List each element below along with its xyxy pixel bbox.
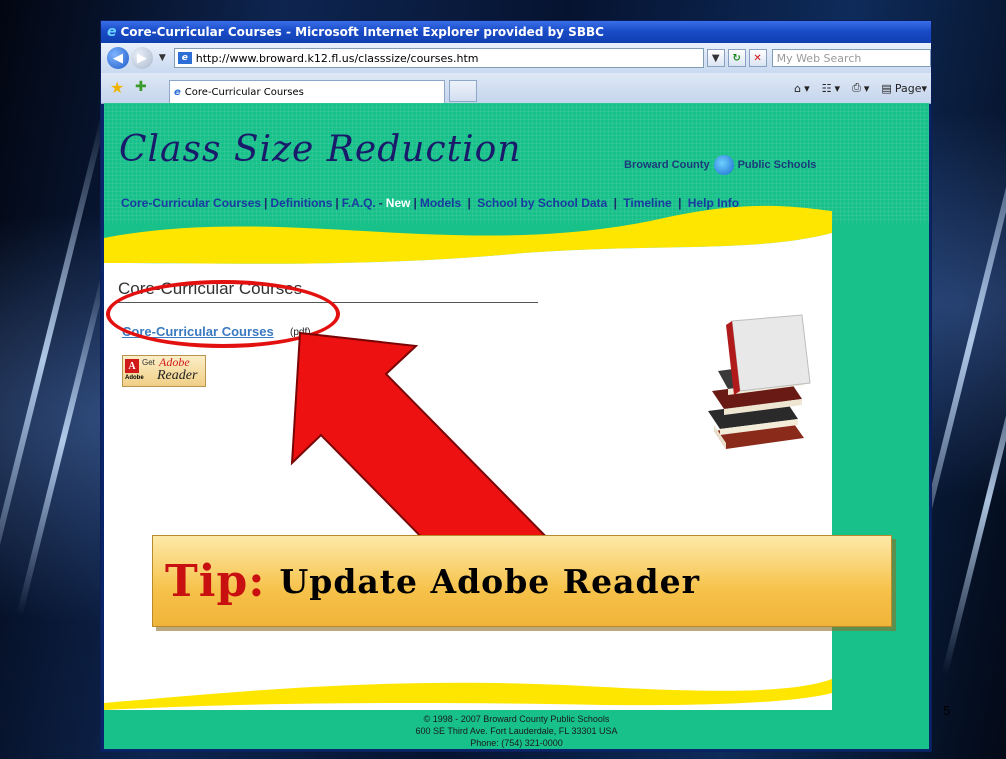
tip-label: Tip:	[165, 555, 266, 607]
nav-core-curricular[interactable]: Core-Curricular Courses	[121, 196, 261, 210]
light-streak	[941, 324, 1006, 676]
ie-icon: e	[107, 24, 117, 40]
nav-help-info[interactable]: Help Info	[688, 196, 739, 210]
tab-bar: ★ ✚ e Core-Curricular Courses ⌂ ▾ ☷ ▾ ⎙ ▾ ▤…	[101, 73, 931, 104]
get-adobe-reader-button[interactable]: A Get Adobe Reader Adobe	[122, 355, 206, 387]
nav-definitions[interactable]: Definitions	[270, 196, 332, 210]
url-dropdown-icon[interactable]: ▼	[706, 49, 725, 67]
nav-new[interactable]: New	[386, 196, 411, 210]
district-logo[interactable]: Broward County Public Schools	[624, 155, 816, 175]
nav-timeline[interactable]: Timeline	[623, 196, 671, 210]
history-dropdown-icon[interactable]: ▼	[159, 53, 166, 63]
favorites-star-icon[interactable]: ★	[110, 78, 124, 97]
url-text: http://www.broward.k12.fl.us/classsize/c…	[195, 51, 479, 65]
adobe-reader-label: Reader	[157, 368, 198, 383]
back-button[interactable]: ◀	[107, 47, 129, 69]
home-button[interactable]: ⌂ ▾	[794, 82, 810, 95]
add-favorites-icon[interactable]: ✚	[135, 79, 147, 95]
adobe-sub-label: Adobe	[125, 375, 144, 381]
tab-page-icon: e	[174, 86, 181, 98]
print-icon: ⎙	[852, 81, 861, 94]
page-menu-label: Page	[894, 81, 922, 95]
page-icon: e	[177, 52, 192, 64]
site-nav: Core-Curricular Courses | Definitions | F.A.…	[121, 196, 740, 210]
site-title: Class Size Reduction	[119, 129, 522, 170]
book-stack-illustration	[708, 314, 811, 449]
nav-faq[interactable]: F.A.Q.	[342, 196, 376, 210]
tab-label: Core-Curricular Courses	[184, 86, 304, 98]
footer-address: 600 SE Third Ave. Fort Lauderdale, FL 33…	[415, 726, 618, 736]
books-image	[708, 314, 811, 449]
browser-window: e Core-Curricular Courses - Microsoft In…	[100, 20, 932, 752]
address-bar: ◀ ▶ ▼ e http://www.broward.k12.fl.us/cla…	[101, 43, 931, 73]
globe-icon	[713, 155, 734, 175]
home-icon: ⌂	[794, 81, 802, 95]
footer-copyright: © 1998 - 2007 Broward County Public Scho…	[423, 714, 610, 724]
search-input[interactable]: My Web Search	[771, 49, 931, 67]
nav-school-data[interactable]: School by School Data	[477, 196, 607, 210]
url-field[interactable]: e http://www.broward.k12.fl.us/classsize…	[173, 48, 704, 68]
nav-models[interactable]: Models	[420, 196, 461, 210]
tip-banner: Tip: Update Adobe Reader	[152, 535, 892, 627]
light-streak	[0, 106, 109, 614]
feeds-button[interactable]: ☷ ▾	[822, 82, 840, 95]
forward-button[interactable]: ▶	[130, 47, 153, 69]
tab-core-curricular[interactable]: e Core-Curricular Courses	[169, 80, 445, 103]
tip-text: Update Adobe Reader	[279, 561, 701, 601]
feeds-icon: ☷	[821, 81, 832, 95]
window-title: Core-Curricular Courses - Microsoft Inte…	[120, 25, 604, 39]
web-page: Class Size Reduction Broward County Publ…	[104, 103, 929, 749]
refresh-button[interactable]: ↻	[727, 49, 746, 67]
district-name-right: Public Schools	[737, 159, 817, 171]
print-button[interactable]: ⎙ ▾	[852, 81, 869, 95]
page-menu[interactable]: ▤ Page ▾	[881, 82, 927, 95]
footer-phone: Phone: (754) 321-0000	[470, 738, 563, 748]
callout-ellipse	[106, 280, 340, 348]
title-bar: e Core-Curricular Courses - Microsoft In…	[101, 21, 931, 43]
adobe-logo-icon: A	[125, 359, 139, 373]
district-name-left: Broward County	[624, 159, 710, 171]
stop-button[interactable]: ✕	[748, 49, 767, 67]
new-tab-button[interactable]	[449, 80, 477, 102]
command-bar: ⌂ ▾ ☷ ▾ ⎙ ▾ ▤ Page ▾	[782, 81, 927, 95]
adobe-get-label: Get	[142, 358, 155, 367]
light-streak	[16, 264, 110, 616]
page-icon: ▤	[881, 81, 892, 95]
page-footer: © 1998 - 2007 Broward County Public Scho…	[104, 713, 929, 749]
slide-number: 5	[943, 703, 951, 718]
